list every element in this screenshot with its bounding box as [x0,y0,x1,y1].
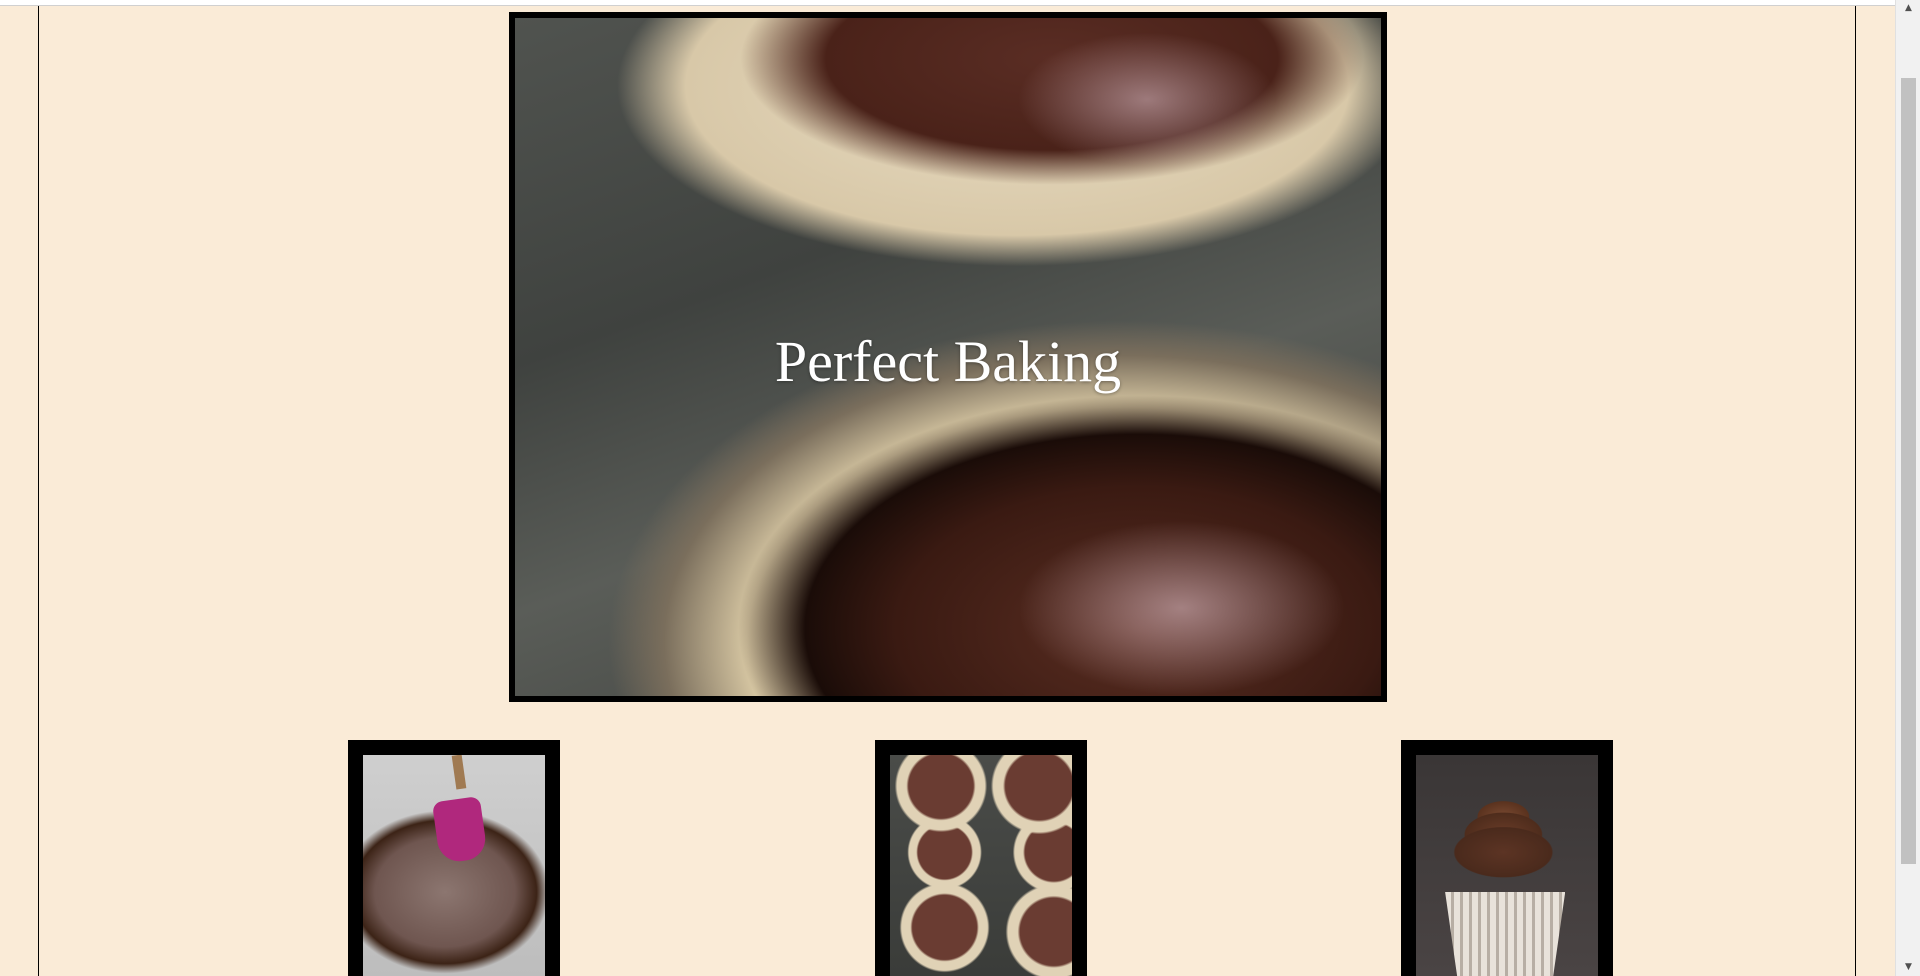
gallery-image-batter[interactable] [348,740,560,976]
vertical-scrollbar[interactable]: ▲ ▼ [1895,0,1920,976]
hero-banner: Perfect Baking [509,12,1387,702]
scroll-up-arrow-icon[interactable]: ▲ [1896,0,1920,17]
hero-image: Perfect Baking [515,18,1381,696]
cupcake-tin-photo [890,755,1072,976]
cupcake-liner [1445,892,1566,976]
gallery-image-tin[interactable] [875,740,1087,976]
hero-image-highlight [1017,31,1278,168]
frosted-cupcake-photo [1416,755,1598,976]
scroll-thumb[interactable] [1901,78,1916,864]
spatula-handle [451,755,467,790]
gallery-image-cupcake[interactable] [1401,740,1613,976]
scroll-down-arrow-icon[interactable]: ▼ [1896,959,1920,976]
spatula [431,796,488,865]
hero-image-highlight [1017,519,1347,696]
hero-title: Perfect Baking [774,329,1122,394]
batter-bowl-photo [363,755,545,976]
